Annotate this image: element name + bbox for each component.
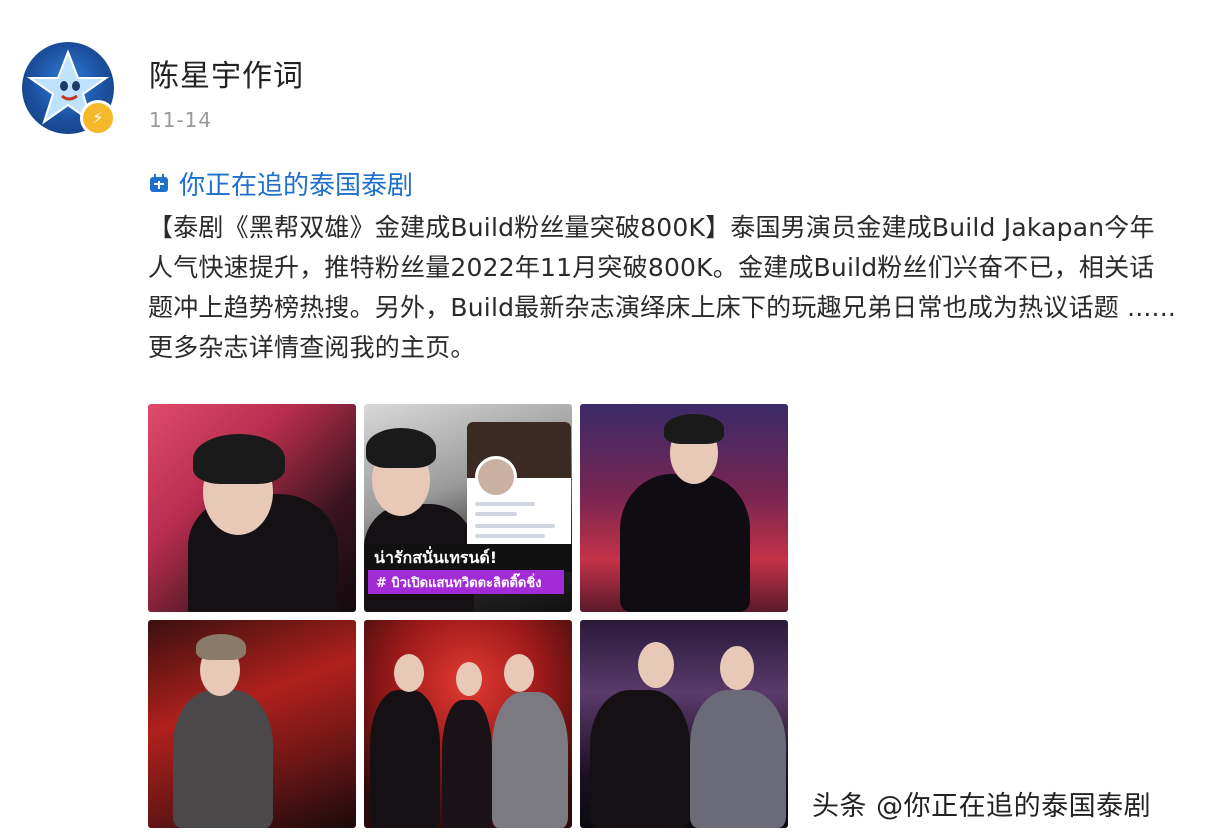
topic-link[interactable]: 你正在追的泰国泰剧 (149, 165, 413, 202)
profile-picture (475, 456, 517, 498)
gallery-photo-5[interactable] (364, 620, 572, 828)
gallery-photo-2[interactable]: น่ารักสนั่นเทรนด์! # บิวเปิดแสนทวิตตะลิต… (364, 404, 572, 612)
post-date: 11-14 (149, 108, 213, 132)
thai-hashtag-banner: # บิวเปิดแสนทวิตตะลิตติ๊ดชิ่ง (368, 570, 564, 594)
gallery-photo-1[interactable] (148, 404, 356, 612)
gallery-photo-3[interactable] (580, 404, 788, 612)
profile-text-line (475, 502, 535, 506)
photo-face (504, 654, 534, 692)
topic-tag-icon (150, 173, 168, 192)
photo-figure (590, 690, 690, 828)
photo-figure (690, 690, 786, 828)
post-body: 【泰剧《黑帮双雄》金建成Build粉丝量突破800K】泰国男演员金建成Build… (148, 213, 1176, 362)
topic-label: 你正在追的泰国泰剧 (179, 171, 414, 201)
photo-hair (366, 428, 436, 468)
profile-text-line (475, 512, 517, 516)
photo-face (394, 654, 424, 692)
twitter-profile-screenshot (467, 422, 571, 552)
profile-text-line (475, 534, 545, 538)
photo-figure (620, 474, 750, 612)
photo-figure (492, 692, 568, 828)
photo-face (720, 646, 754, 690)
photo-figure (370, 690, 440, 828)
thai-caption-banner: น่ารักสนั่นเทรนด์! (364, 544, 572, 572)
photo-hair (196, 634, 246, 660)
lightning-icon: ⚡ (80, 100, 116, 136)
toutiao-watermark: 头条 @你正在追的泰国泰剧 (812, 791, 1152, 822)
profile-text-line (475, 524, 555, 528)
photo-hair (664, 414, 724, 444)
photo-gallery: น่ารักสนั่นเทรนด์! # บิวเปิดแสนทวิตตะลิต… (148, 404, 788, 828)
gallery-photo-4[interactable] (148, 620, 356, 828)
photo-face (638, 642, 674, 688)
photo-hair (193, 434, 285, 484)
gallery-photo-6[interactable] (580, 620, 788, 828)
photo-face (456, 662, 482, 696)
author-name[interactable]: 陈星宇作词 (149, 51, 304, 95)
author-avatar-wrap[interactable]: ⚡ (22, 42, 116, 136)
photo-figure (173, 690, 273, 828)
photo-figure (442, 700, 492, 828)
